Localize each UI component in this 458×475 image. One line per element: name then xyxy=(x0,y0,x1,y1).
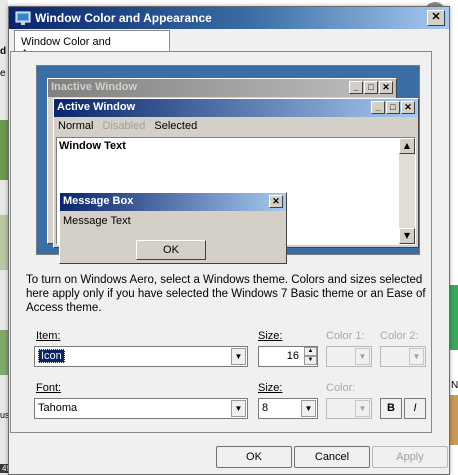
scroll-down-icon[interactable]: ▼ xyxy=(399,228,415,244)
background-image-thumb xyxy=(0,330,8,375)
background-image-thumb xyxy=(450,395,458,445)
spin-up-icon[interactable]: ▲ xyxy=(304,347,317,356)
item-label: Item: xyxy=(36,330,61,342)
background-image-thumb xyxy=(450,285,458,350)
close-icon: ✕ xyxy=(379,81,393,94)
menu-selected[interactable]: Selected xyxy=(154,120,197,132)
italic-button[interactable]: I xyxy=(404,398,426,419)
item-select[interactable]: Icon ▼ xyxy=(34,346,248,367)
ok-button[interactable]: OK xyxy=(216,446,292,468)
close-icon: ✕ xyxy=(401,101,415,114)
scroll-up-icon[interactable]: ▲ xyxy=(399,138,415,154)
dialog-title: Window Color and Appearance xyxy=(35,11,212,25)
font-select[interactable]: Tahoma ▼ xyxy=(34,398,248,419)
chevron-down-icon[interactable]: ▼ xyxy=(355,348,370,365)
font-color-label: Color: xyxy=(326,382,356,394)
color2-label: Color 2: xyxy=(380,330,419,342)
color2-picker[interactable]: ▼ xyxy=(380,346,426,367)
spin-down-icon[interactable]: ▼ xyxy=(304,356,317,365)
item-select-value: Icon xyxy=(38,349,65,363)
chevron-down-icon[interactable]: ▼ xyxy=(355,400,370,417)
chevron-down-icon[interactable]: ▼ xyxy=(231,400,246,417)
preview-menubar: Normal Disabled Selected xyxy=(54,117,418,135)
font-color-picker[interactable]: ▼ xyxy=(326,398,372,419)
color1-picker[interactable]: ▼ xyxy=(326,346,372,367)
apply-button[interactable]: Apply xyxy=(372,446,448,468)
background-image-thumb xyxy=(0,215,8,270)
bold-button[interactable]: B xyxy=(380,398,402,419)
dialog-titlebar[interactable]: Window Color and Appearance ✕ xyxy=(9,7,449,29)
close-icon: ✕ xyxy=(269,195,283,208)
chevron-down-icon[interactable]: ▼ xyxy=(231,348,246,365)
background-image-thumb xyxy=(0,120,8,180)
font-size-label: Size: xyxy=(258,382,283,394)
inactive-window-title: Inactive Window xyxy=(51,81,138,93)
cancel-button[interactable]: Cancel xyxy=(294,446,370,468)
font-size-select[interactable]: 8 ▼ xyxy=(258,398,318,419)
aero-description: To turn on Windows Aero, select a Window… xyxy=(26,274,426,314)
maximize-icon: □ xyxy=(364,81,378,94)
chevron-down-icon[interactable]: ▼ xyxy=(409,348,424,365)
item-size-label: Size: xyxy=(258,330,283,342)
display-settings-icon xyxy=(15,10,31,26)
minimize-icon: _ xyxy=(349,81,363,94)
tab-window-color-appearance[interactable]: Window Color and Appearance xyxy=(14,30,170,60)
message-text: Message Text xyxy=(63,215,131,227)
font-label: Font: xyxy=(36,382,62,394)
item-size-stepper[interactable]: 16 ▲ ▼ xyxy=(258,346,318,367)
minimize-icon: _ xyxy=(371,101,385,114)
menu-normal[interactable]: Normal xyxy=(58,120,93,132)
message-box-title: Message Box xyxy=(63,195,134,207)
message-box-ok-button[interactable]: OK xyxy=(136,240,206,260)
appearance-preview: Inactive Window _ □ ✕ Active Window _ □ … xyxy=(36,65,420,264)
item-size-value: 16 xyxy=(286,350,299,362)
background-text-fragment: N xyxy=(451,380,458,391)
window-text: Window Text xyxy=(59,140,126,152)
color1-label: Color 1: xyxy=(326,330,365,342)
message-box-preview[interactable]: Message Box ✕ Message Text OK xyxy=(59,192,287,264)
preview-scrollbar[interactable]: ▲ ▼ xyxy=(399,138,415,244)
font-size-value: 8 xyxy=(262,402,269,414)
chevron-down-icon[interactable]: ▼ xyxy=(301,400,316,417)
close-icon[interactable]: ✕ xyxy=(427,10,445,26)
menu-disabled[interactable]: Disabled xyxy=(103,120,146,132)
active-window-title: Active Window xyxy=(57,101,136,113)
font-select-value: Tahoma xyxy=(38,402,78,414)
maximize-icon: □ xyxy=(386,101,400,114)
